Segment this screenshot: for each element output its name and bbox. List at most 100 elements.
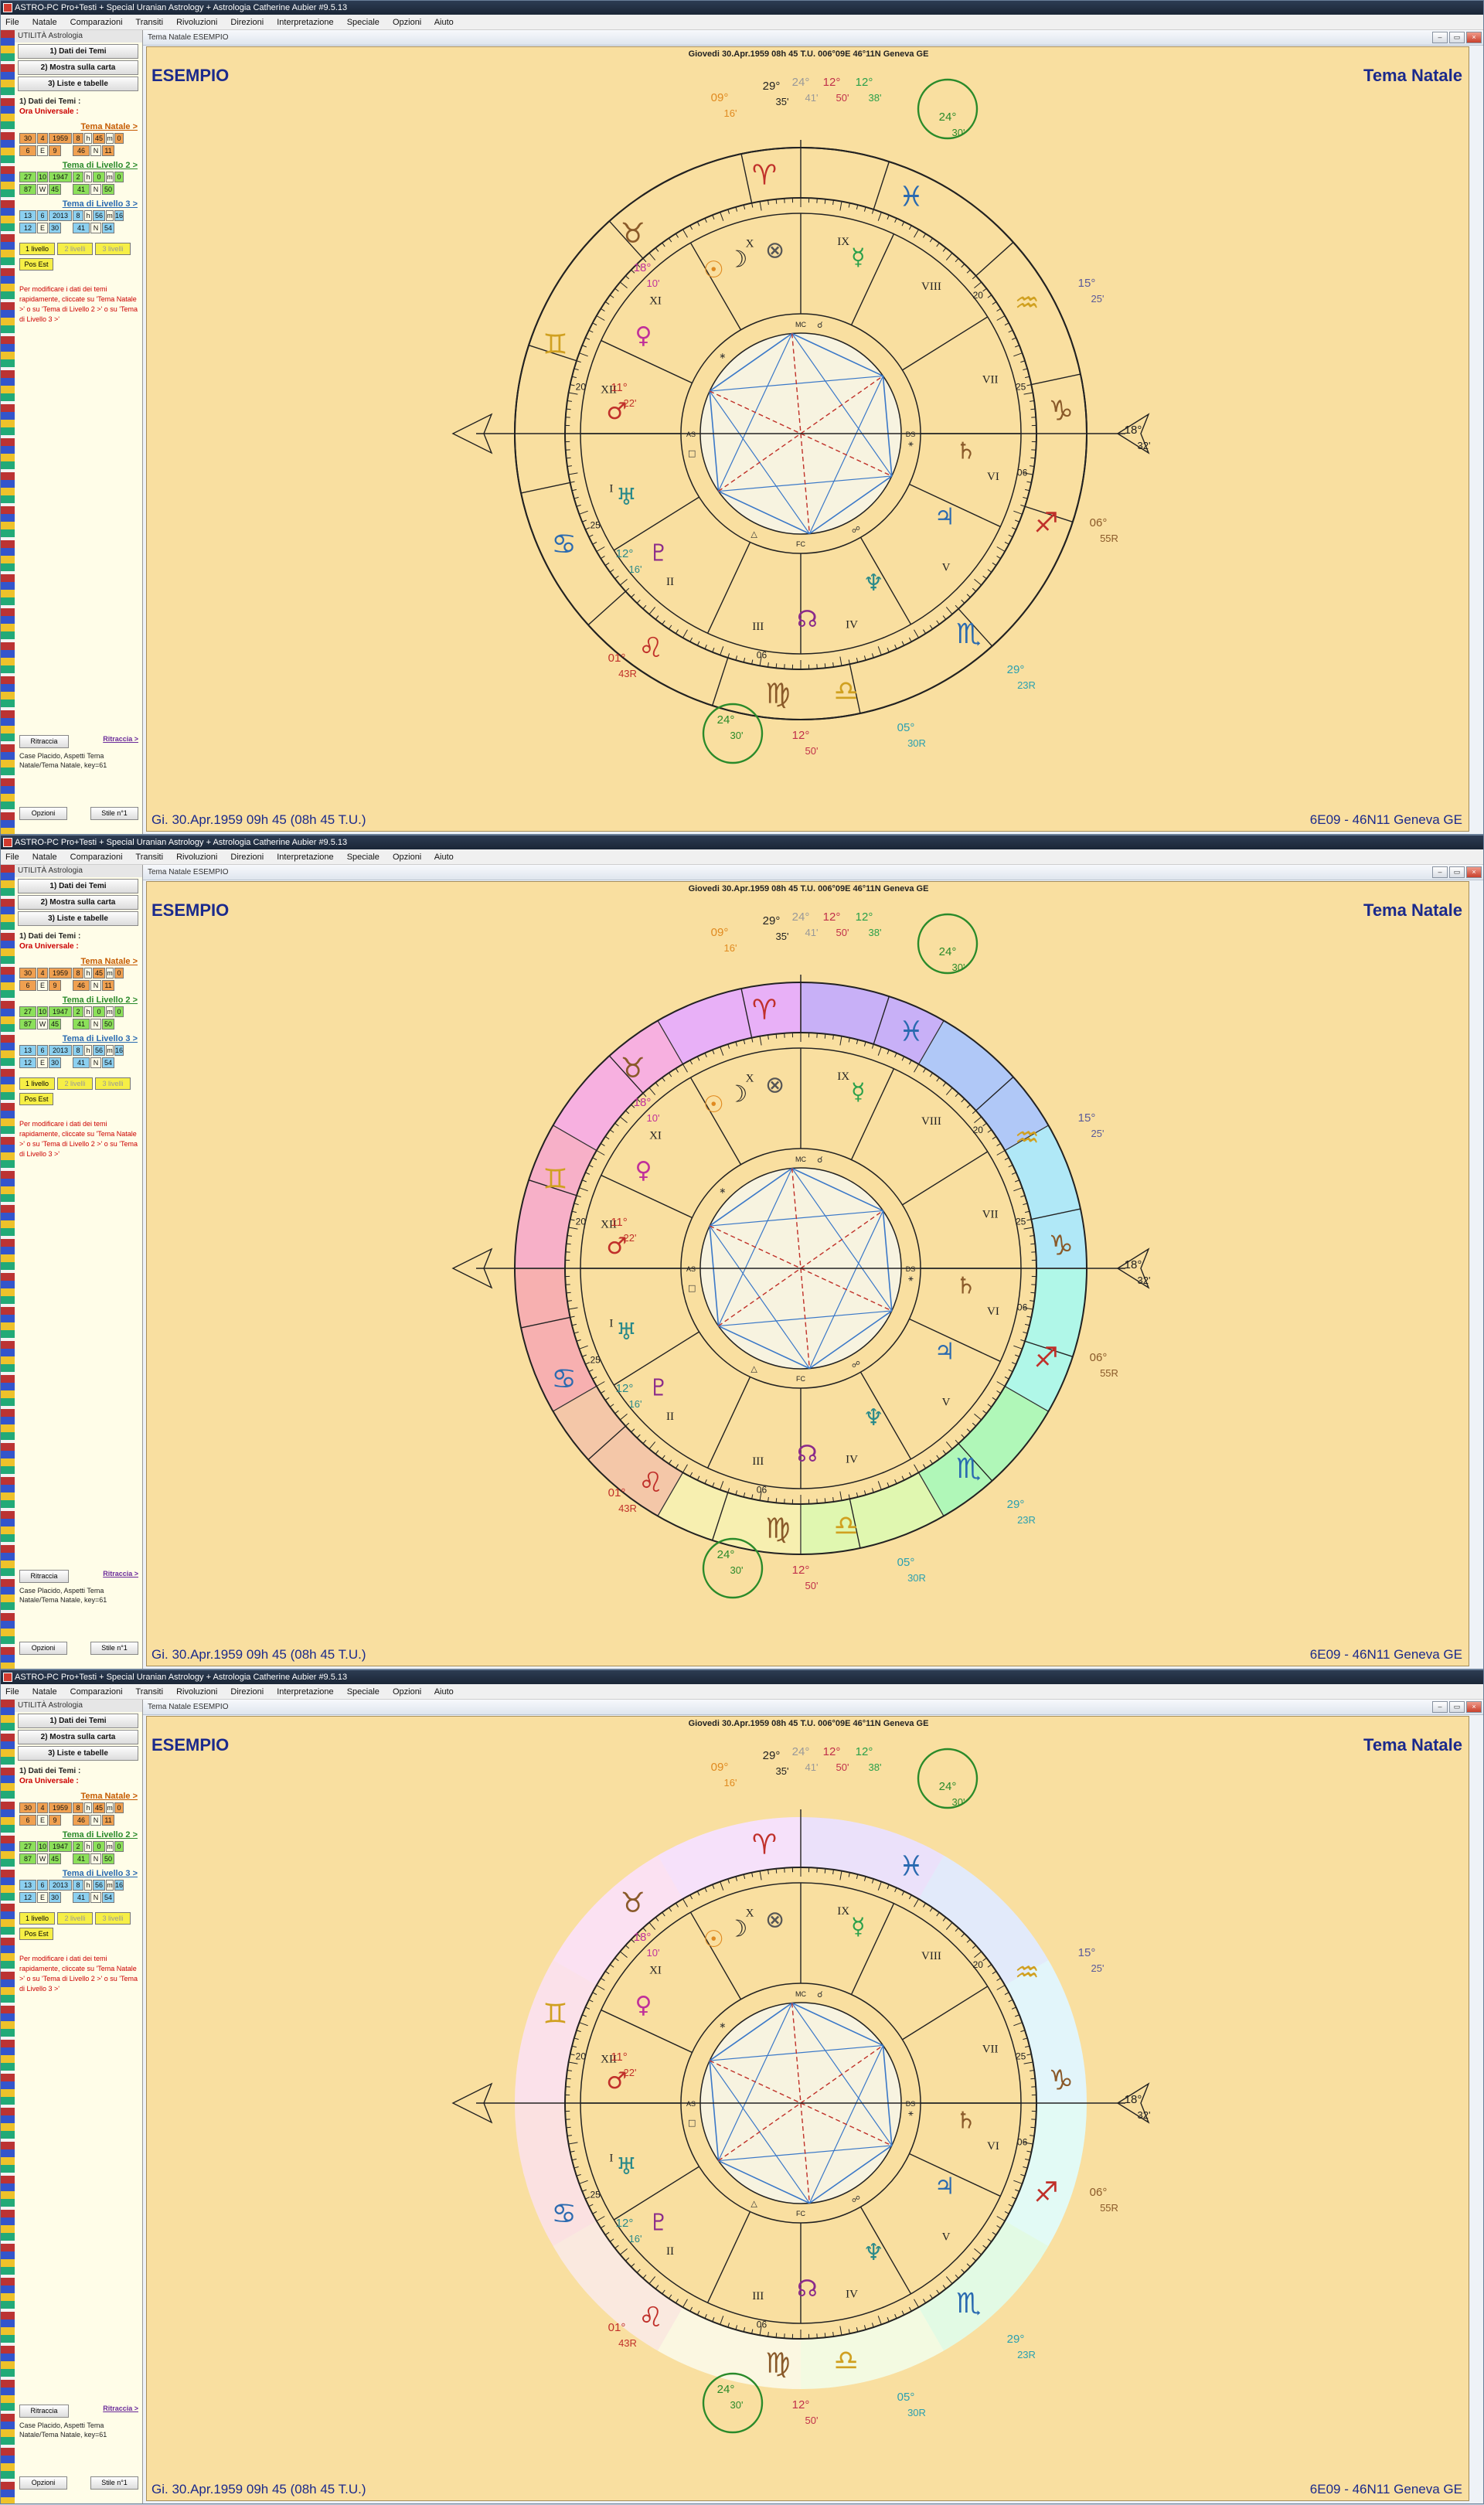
lv3-hour[interactable]: 8 — [73, 1880, 83, 1891]
lv3-min[interactable]: 56 — [93, 1045, 105, 1056]
lv3-ns[interactable]: N — [90, 1057, 101, 1068]
lv2-year[interactable]: 1947 — [49, 1006, 72, 1017]
lv3-ew[interactable]: E — [37, 1057, 48, 1068]
menu-aiuto[interactable]: Aiuto — [434, 1687, 454, 1697]
liste-tabelle-button[interactable]: 3) Liste e tabelle — [18, 911, 138, 926]
level-3-button[interactable]: 3 livelli — [95, 1912, 131, 1925]
menu-interpretazione[interactable]: Interpretazione — [277, 1687, 333, 1697]
natal-sec[interactable]: 0 — [114, 1802, 124, 1813]
lv3-day[interactable]: 13 — [19, 210, 36, 221]
liste-tabelle-button[interactable]: 3) Liste e tabelle — [18, 1746, 138, 1761]
lv2-day[interactable]: 27 — [19, 1006, 36, 1017]
lv2-ew[interactable]: W — [37, 184, 48, 195]
ritraccia-button[interactable]: Ritraccia — [19, 1570, 69, 1583]
lv3-ew[interactable]: E — [37, 1892, 48, 1903]
natal-day[interactable]: 30 — [19, 133, 36, 144]
lv3-lat[interactable]: 41 — [73, 1057, 90, 1068]
menu-transiti[interactable]: Transiti — [135, 1687, 163, 1697]
lv2-latmin[interactable]: 50 — [102, 1853, 114, 1864]
menu-aiuto[interactable]: Aiuto — [434, 18, 454, 27]
minimize-icon[interactable]: – — [1432, 32, 1448, 43]
ritraccia-button[interactable]: Ritraccia — [19, 2405, 69, 2418]
menu-transiti[interactable]: Transiti — [135, 18, 163, 27]
level-2-button[interactable]: 2 livelli — [57, 1912, 93, 1925]
lv3-ew[interactable]: E — [37, 223, 48, 233]
lv3-year[interactable]: 2013 — [49, 210, 72, 221]
menu-direzioni[interactable]: Direzioni — [230, 1687, 264, 1697]
menu-natale[interactable]: Natale — [32, 1687, 57, 1697]
menu-opzioni[interactable]: Opzioni — [393, 18, 421, 27]
dati-temi-button[interactable]: 1) Dati dei Temi — [18, 1714, 138, 1728]
natal-hour[interactable]: 8 — [73, 1802, 83, 1813]
lv3-hour[interactable]: 8 — [73, 1045, 83, 1056]
natal-lon[interactable]: 6 — [19, 145, 36, 156]
lv3-latmin[interactable]: 54 — [102, 1057, 114, 1068]
natal-ns[interactable]: N — [90, 1815, 101, 1826]
dati-temi-button[interactable]: 1) Dati dei Temi — [18, 44, 138, 59]
lv3-day[interactable]: 13 — [19, 1045, 36, 1056]
lv2-lon[interactable]: 87 — [19, 1019, 36, 1030]
ritraccia-link[interactable]: Ritraccia > — [103, 1570, 138, 1583]
tema-livello-2-link[interactable]: Tema di Livello 2 > — [15, 991, 142, 1005]
tema-livello-3-link[interactable]: Tema di Livello 3 > — [15, 195, 142, 209]
level-3-button[interactable]: 3 livelli — [95, 1077, 131, 1090]
lv2-sec[interactable]: 0 — [114, 172, 124, 182]
natal-month[interactable]: 4 — [37, 1802, 48, 1813]
mostra-carta-button[interactable]: 2) Mostra sulla carta — [18, 895, 138, 910]
close-icon[interactable]: × — [1466, 1701, 1482, 1713]
lv2-year[interactable]: 1947 — [49, 172, 72, 182]
lv2-min[interactable]: 0 — [93, 1006, 105, 1017]
menu-direzioni[interactable]: Direzioni — [230, 853, 264, 862]
lv3-month[interactable]: 6 — [37, 210, 48, 221]
lv2-ns[interactable]: N — [90, 184, 101, 195]
menu-comparazioni[interactable]: Comparazioni — [70, 18, 123, 27]
opzioni-button[interactable]: Opzioni — [19, 1642, 67, 1655]
natal-lat[interactable]: 46 — [73, 145, 90, 156]
lv3-sec[interactable]: 16 — [114, 1880, 124, 1891]
opzioni-button[interactable]: Opzioni — [19, 807, 67, 820]
menu-rivoluzioni[interactable]: Rivoluzioni — [176, 18, 217, 27]
minimize-icon[interactable]: – — [1432, 866, 1448, 878]
natal-lon[interactable]: 6 — [19, 980, 36, 991]
ritraccia-link[interactable]: Ritraccia > — [103, 2405, 138, 2418]
lv3-day[interactable]: 13 — [19, 1880, 36, 1891]
menu-file[interactable]: File — [5, 18, 19, 27]
lv2-hour[interactable]: 2 — [73, 172, 83, 182]
natal-latmin[interactable]: 11 — [102, 980, 114, 991]
close-icon[interactable]: × — [1466, 32, 1482, 43]
lv2-ns[interactable]: N — [90, 1019, 101, 1030]
liste-tabelle-button[interactable]: 3) Liste e tabelle — [18, 77, 138, 91]
level-2-button[interactable]: 2 livelli — [57, 1077, 93, 1090]
lv3-min[interactable]: 56 — [93, 1880, 105, 1891]
tema-livello-3-link[interactable]: Tema di Livello 3 > — [15, 1864, 142, 1878]
lv3-ns[interactable]: N — [90, 223, 101, 233]
ritraccia-link[interactable]: Ritraccia > — [103, 735, 138, 748]
lv2-month[interactable]: 10 — [37, 1841, 48, 1852]
lv3-year[interactable]: 2013 — [49, 1880, 72, 1891]
natal-ew[interactable]: E — [37, 145, 48, 156]
menu-opzioni[interactable]: Opzioni — [393, 1687, 421, 1697]
natal-month[interactable]: 4 — [37, 968, 48, 979]
menu-interpretazione[interactable]: Interpretazione — [277, 18, 333, 27]
tema-natale-link[interactable]: Tema Natale > — [15, 952, 142, 966]
level-1-button[interactable]: 1 livello — [19, 243, 55, 255]
lv2-min[interactable]: 0 — [93, 172, 105, 182]
natal-ns[interactable]: N — [90, 145, 101, 156]
lv2-sec[interactable]: 0 — [114, 1841, 124, 1852]
lv3-latmin[interactable]: 54 — [102, 1892, 114, 1903]
menu-rivoluzioni[interactable]: Rivoluzioni — [176, 853, 217, 862]
level-3-button[interactable]: 3 livelli — [95, 243, 131, 255]
lv3-ns[interactable]: N — [90, 1892, 101, 1903]
lv2-year[interactable]: 1947 — [49, 1841, 72, 1852]
natal-latmin[interactable]: 11 — [102, 1815, 114, 1826]
natal-year[interactable]: 1959 — [49, 1802, 72, 1813]
stile-button[interactable]: Stile n°1 — [90, 2476, 138, 2490]
lv3-lonmin[interactable]: 30 — [49, 1892, 61, 1903]
maximize-icon[interactable]: ▭ — [1449, 32, 1465, 43]
tema-livello-2-link[interactable]: Tema di Livello 2 > — [15, 1826, 142, 1840]
lv2-day[interactable]: 27 — [19, 1841, 36, 1852]
natal-chart-wheel[interactable]: IIIIII IVVVIVIIVIIIIXXXIXII♈♉♊♋♌♍ ♎♏♐♑♒♓☉ ☽… — [147, 1717, 1470, 2502]
pos-est-button[interactable]: Pos Est — [19, 1093, 53, 1105]
tema-livello-3-link[interactable]: Tema di Livello 3 > — [15, 1030, 142, 1043]
lv2-lonmin[interactable]: 45 — [49, 184, 61, 195]
